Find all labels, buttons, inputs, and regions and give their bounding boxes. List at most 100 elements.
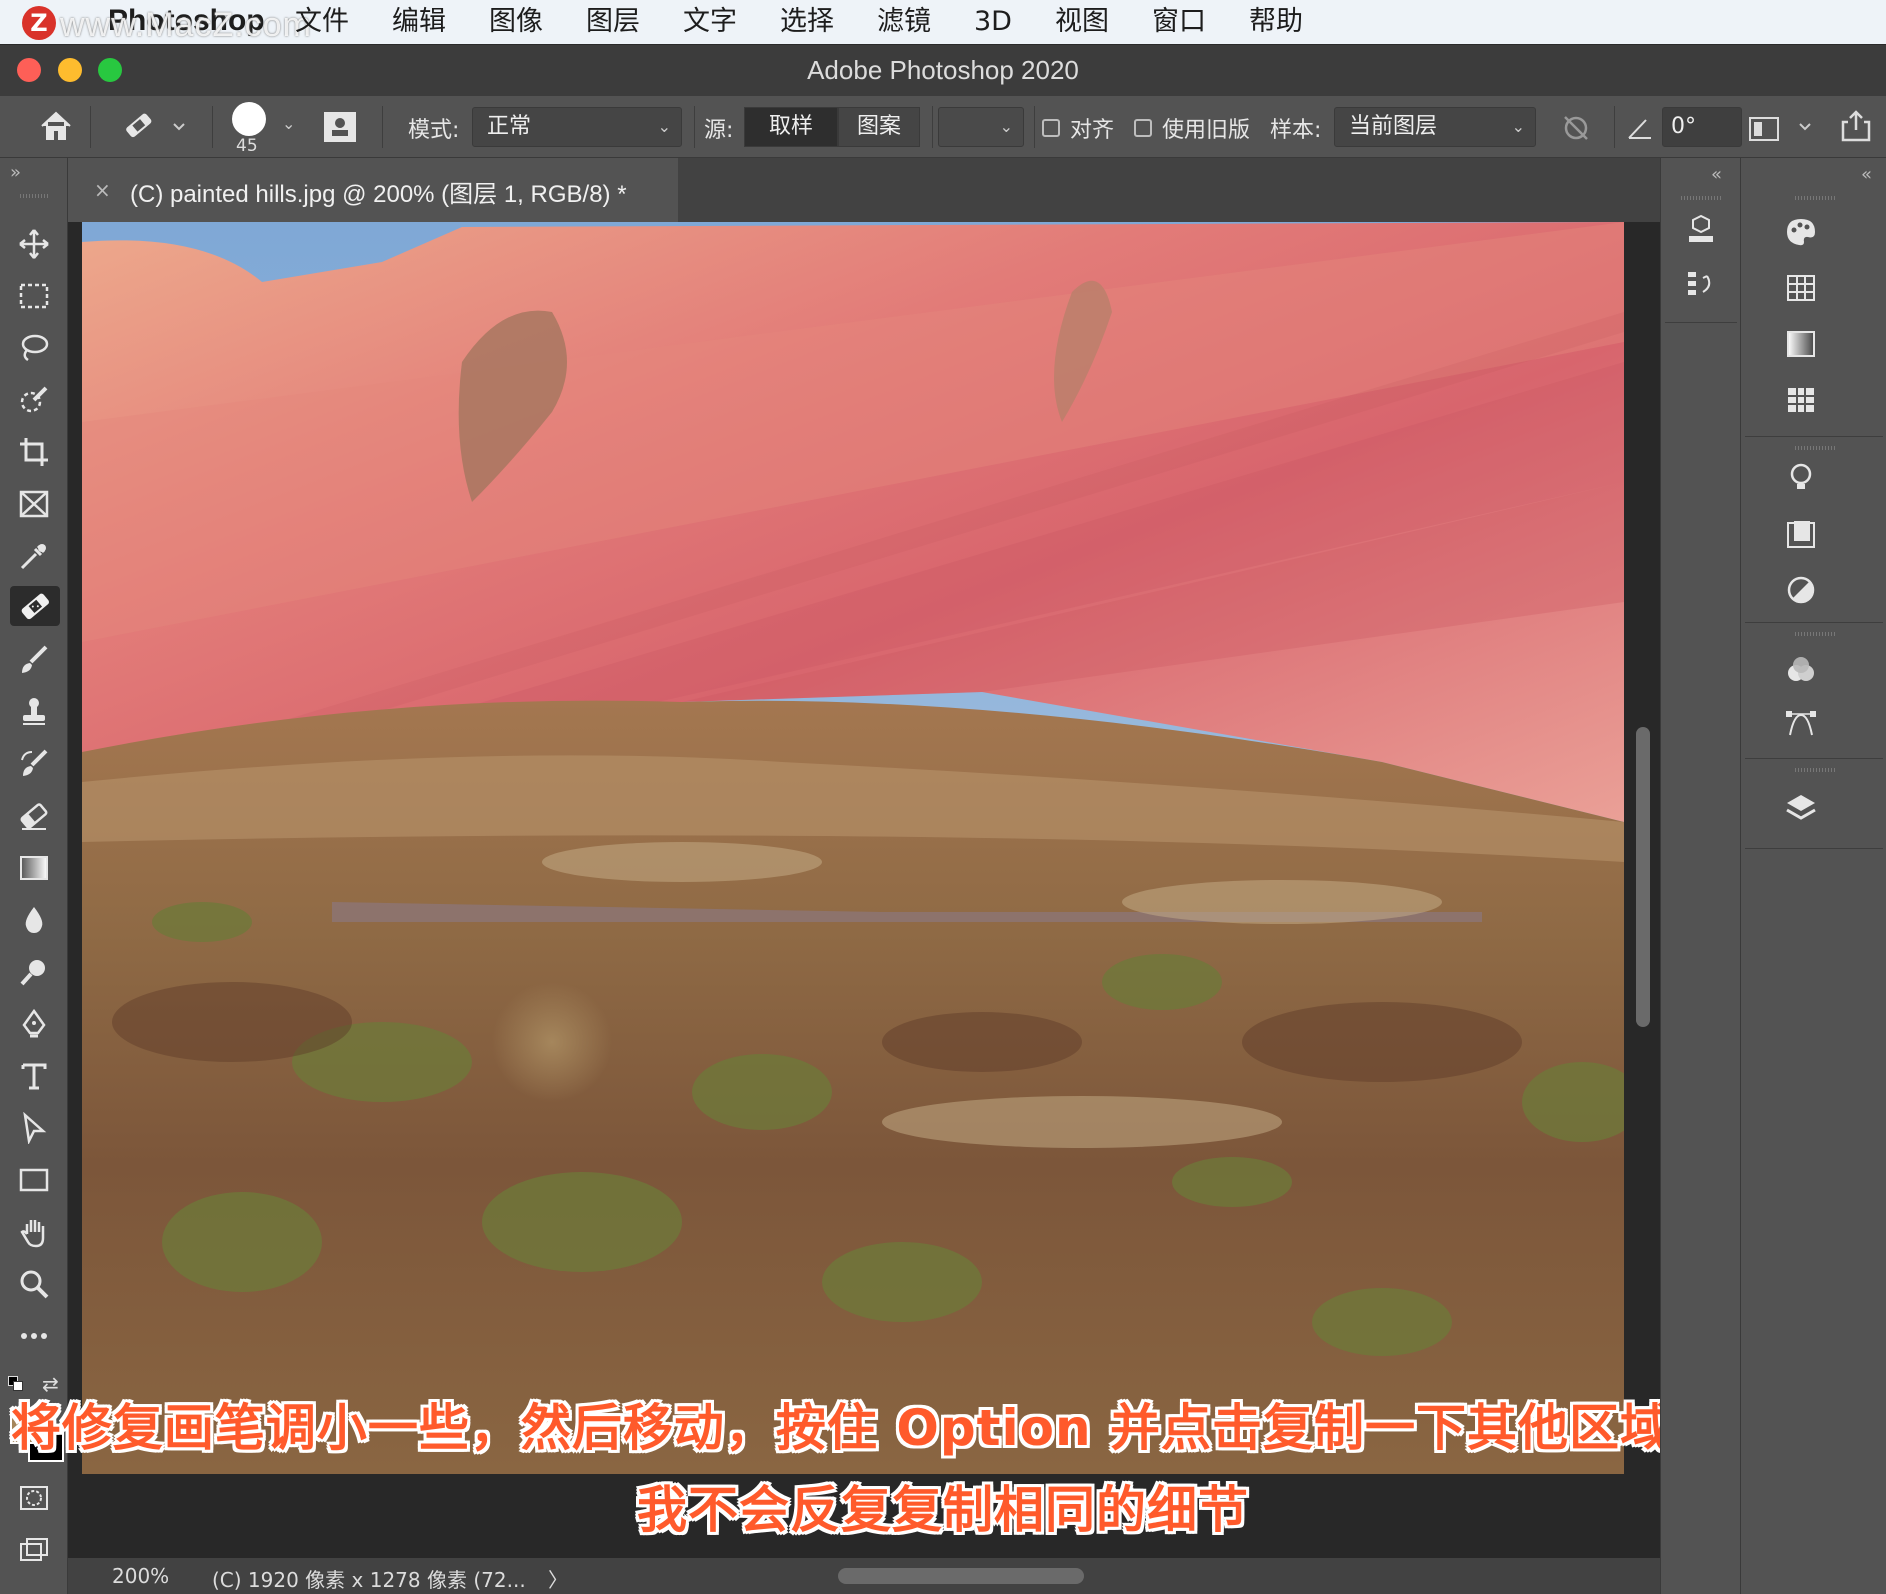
brush-settings-icon[interactable] [322, 110, 358, 150]
sample-dropdown[interactable]: 当前图层 ⌄ [1334, 107, 1536, 147]
learn-panel-icon[interactable] [1781, 458, 1821, 498]
ignore-adjustment-layers-icon[interactable] [1560, 112, 1592, 150]
channels-panel-icon[interactable] [1781, 650, 1821, 690]
menu-edit[interactable]: 编辑 [392, 4, 446, 40]
healing-brush-tool-icon[interactable] [10, 586, 60, 626]
sample-label: 样本: [1270, 118, 1322, 143]
patterns-panel-icon[interactable] [1781, 380, 1821, 420]
chevron-down-icon: ⌄ [657, 117, 671, 136]
canvas-image[interactable] [82, 222, 1624, 1474]
home-icon[interactable] [38, 108, 74, 150]
eyedropper-tool-icon[interactable] [14, 536, 54, 576]
subtitle-line-2: 我不会反复复制相同的细节 [637, 1481, 1249, 1539]
aligned-label: 对齐 [1070, 118, 1115, 143]
options-bar: 45 ⌄ 模式: 正常 ⌄ 源: 取样 图案 ⌄ [0, 96, 1886, 158]
brush-preview-icon [232, 102, 266, 136]
window-title-bar: Adobe Photoshop 2020 [0, 44, 1886, 96]
3d-panel-icon[interactable] [1681, 210, 1721, 250]
panel-collapse-icon[interactable]: « [1861, 164, 1872, 185]
quick-selection-tool-icon[interactable] [14, 380, 54, 420]
angle-value: 0° [1671, 114, 1696, 139]
share-icon[interactable] [1838, 108, 1874, 150]
menu-layer[interactable]: 图层 [586, 4, 640, 40]
photoshop-app: { "menubar": { "app_name": "Photoshop", … [0, 0, 1886, 1594]
path-selection-tool-icon[interactable] [14, 1108, 54, 1148]
zoom-level[interactable]: 200% [112, 1564, 169, 1588]
menu-type[interactable]: 文字 [683, 4, 737, 40]
source-pattern-button[interactable]: 图案 [838, 107, 920, 147]
angle-icon [1626, 114, 1654, 148]
toolbar-collapse-icon[interactable]: » [10, 162, 21, 183]
zoom-tool-icon[interactable] [14, 1264, 54, 1304]
angle-input[interactable]: 0° [1662, 107, 1742, 147]
brush-size-value: 45 [236, 136, 258, 156]
close-tab-icon[interactable]: × [94, 178, 111, 202]
mode-value: 正常 [487, 114, 532, 139]
menu-view[interactable]: 视图 [1055, 4, 1109, 40]
pen-tool-icon[interactable] [14, 1004, 54, 1044]
document-tab-bar: × (C) painted hills.jpg @ 200% (图层 1, RG… [68, 158, 1660, 222]
status-bar: 200% (C) 1920 像素 x 1278 像素 (72... 〉 [68, 1558, 1660, 1594]
window-title: Adobe Photoshop 2020 [807, 55, 1079, 85]
pattern-picker[interactable]: ⌄ [938, 107, 1024, 147]
frame-tool-icon[interactable] [14, 484, 54, 524]
adjustments-panel-icon[interactable] [1781, 570, 1821, 610]
brush-size-picker[interactable]: 45 ⌄ [230, 100, 310, 156]
menu-filter[interactable]: 滤镜 [877, 4, 931, 40]
horizontal-scrollbar[interactable] [838, 1568, 1084, 1584]
canvas-area[interactable] [68, 222, 1660, 1558]
history-panel-icon[interactable] [1681, 264, 1721, 304]
source-label: 源: [704, 118, 734, 143]
chevron-down-icon: ⌄ [282, 114, 296, 133]
blur-tool-icon[interactable] [14, 900, 54, 940]
mode-dropdown[interactable]: 正常 ⌄ [472, 107, 682, 147]
toolbar: » ⇄ [0, 158, 68, 1594]
vertical-scrollbar[interactable] [1636, 727, 1650, 1027]
chevron-down-icon: ⌄ [1511, 117, 1525, 136]
legacy-label: 使用旧版 [1162, 118, 1251, 143]
brush-tool-icon[interactable] [14, 640, 54, 680]
document-info: (C) 1920 像素 x 1278 像素 (72... [212, 1568, 526, 1592]
color-panel-icon[interactable] [1781, 212, 1821, 252]
lasso-tool-icon[interactable] [14, 328, 54, 368]
marquee-tool-icon[interactable] [14, 276, 54, 316]
hand-tool-icon[interactable] [14, 1212, 54, 1252]
mode-label: 模式: [408, 118, 460, 143]
gradient-tool-icon[interactable] [14, 848, 54, 888]
status-menu-arrow[interactable]: 〉 [548, 1564, 568, 1593]
legacy-checkbox[interactable] [1134, 119, 1152, 137]
layers-panel-icon[interactable] [1781, 788, 1821, 828]
history-brush-tool-icon[interactable] [14, 744, 54, 784]
edit-toolbar-icon[interactable] [14, 1316, 54, 1356]
pressure-size-icon[interactable] [1748, 112, 1818, 150]
mac-menu-bar: Z Photoshop www.MacZ.com 文件 编辑 图像 图层 文字 … [0, 0, 1886, 44]
source-sampled-button[interactable]: 取样 [744, 107, 838, 147]
libraries-panel-icon[interactable] [1781, 514, 1821, 554]
menu-help[interactable]: 帮助 [1249, 4, 1303, 40]
subtitle-line-1: 将修复画笔调小一些，然后移动，按住 Option 并点击复制一下其他区域，以确保 [10, 1399, 1876, 1457]
paths-panel-icon[interactable] [1781, 704, 1821, 744]
rectangle-tool-icon[interactable] [14, 1160, 54, 1200]
panel-dock-2: « [1740, 158, 1886, 1594]
type-tool-icon[interactable] [14, 1056, 54, 1096]
eraser-tool-icon[interactable] [14, 796, 54, 836]
aligned-checkbox[interactable] [1042, 119, 1060, 137]
menu-3d[interactable]: 3D [974, 4, 1012, 40]
clone-stamp-tool-icon[interactable] [14, 692, 54, 732]
tool-preset-picker[interactable] [122, 110, 186, 148]
panel-collapse-icon[interactable]: « [1711, 164, 1722, 185]
watermark-text: www.MacZ.com [60, 6, 312, 44]
panel-dock-1: « [1660, 158, 1740, 1594]
menu-items: 文件 编辑 图像 图层 文字 选择 滤镜 3D 视图 窗口 帮助 [295, 4, 1346, 40]
menu-select[interactable]: 选择 [780, 4, 834, 40]
gradients-panel-icon[interactable] [1781, 324, 1821, 364]
crop-tool-icon[interactable] [14, 432, 54, 472]
menu-window[interactable]: 窗口 [1152, 4, 1206, 40]
watermark-badge: Z [22, 6, 56, 40]
menu-file[interactable]: 文件 [295, 4, 349, 40]
swatches-panel-icon[interactable] [1781, 268, 1821, 308]
menu-image[interactable]: 图像 [489, 4, 543, 40]
move-tool-icon[interactable] [14, 224, 54, 264]
document-tab[interactable]: × (C) painted hills.jpg @ 200% (图层 1, RG… [68, 158, 678, 222]
dodge-tool-icon[interactable] [14, 952, 54, 992]
